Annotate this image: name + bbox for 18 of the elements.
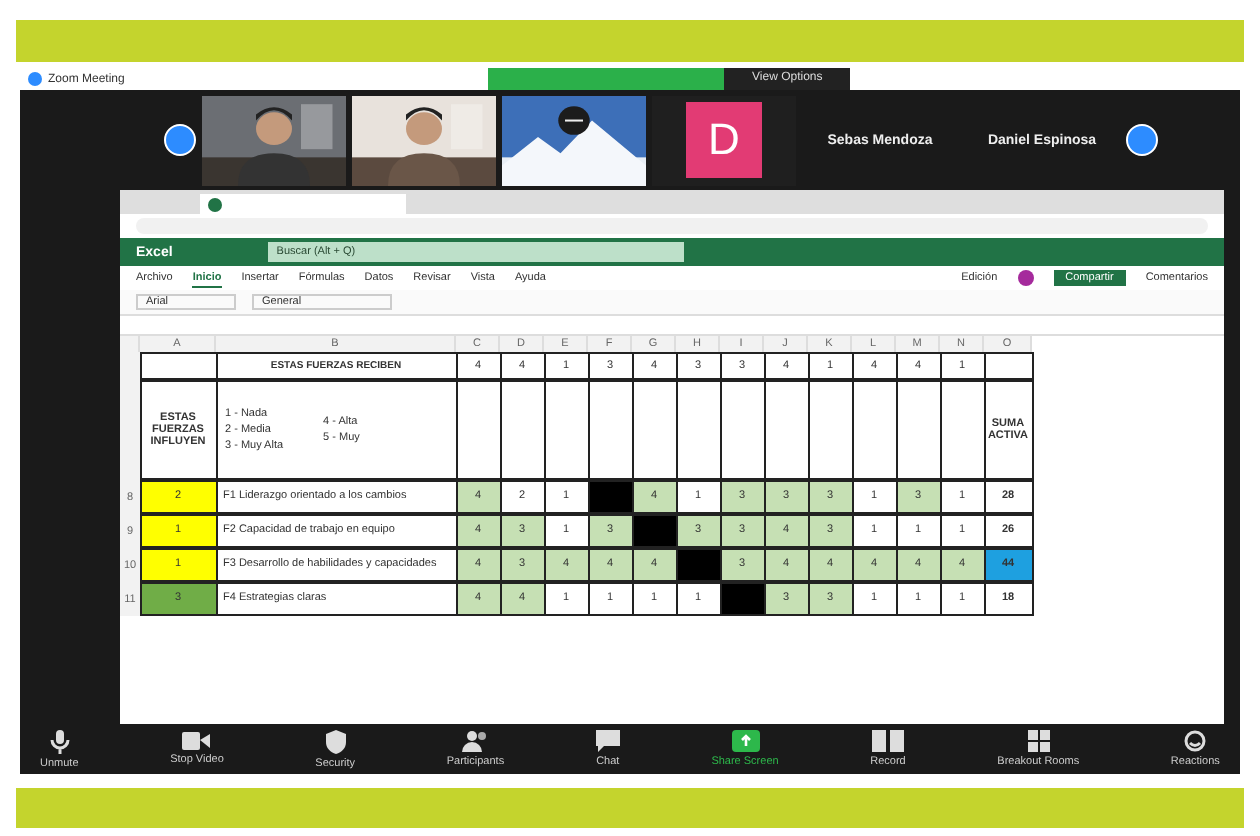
record-icon	[871, 730, 904, 752]
people-icon	[461, 730, 490, 752]
microphone-icon	[49, 729, 70, 753]
next-page-icon[interactable]	[1126, 124, 1158, 156]
select-all-corner[interactable]	[120, 336, 140, 352]
chat-icon	[595, 730, 620, 752]
camera-icon	[182, 732, 211, 750]
table-cell	[983, 351, 1033, 379]
zoom-logo-icon	[28, 72, 42, 86]
user-avatar	[1017, 270, 1034, 286]
participant-avatar: D	[686, 102, 762, 178]
share-screen-icon	[731, 730, 759, 752]
browser-tab[interactable]	[200, 194, 406, 214]
previous-page-icon[interactable]	[164, 124, 196, 156]
grid-icon	[1027, 730, 1050, 752]
smiley-icon	[1184, 730, 1207, 752]
shield-icon	[325, 729, 346, 753]
table-cell	[139, 351, 217, 379]
